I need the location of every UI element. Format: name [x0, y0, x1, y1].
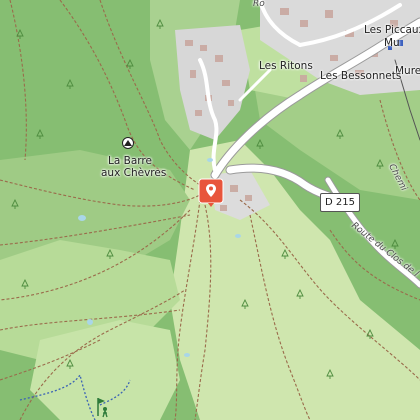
road-label-ro: Ro [253, 0, 265, 9]
place-label-les-ritons: Les Ritons [259, 60, 313, 72]
summit-icon [122, 137, 134, 149]
road-shield-d215: D 215 [320, 193, 360, 212]
place-label-les-bessonnets: Les Bessonnets [320, 70, 402, 82]
map-view[interactable]: Ro Les Piccaux Mu Mure Les Ritons Les Be… [0, 0, 420, 420]
place-label-mu: Mu [384, 37, 400, 49]
place-label-aux-chevres: aux Chèvres [101, 167, 167, 179]
golf-icon [97, 398, 108, 418]
place-label-la-barre: La Barre [108, 155, 152, 167]
place-label-les-piccaux: Les Piccaux [364, 24, 420, 36]
map-pin-icon[interactable] [198, 178, 224, 208]
